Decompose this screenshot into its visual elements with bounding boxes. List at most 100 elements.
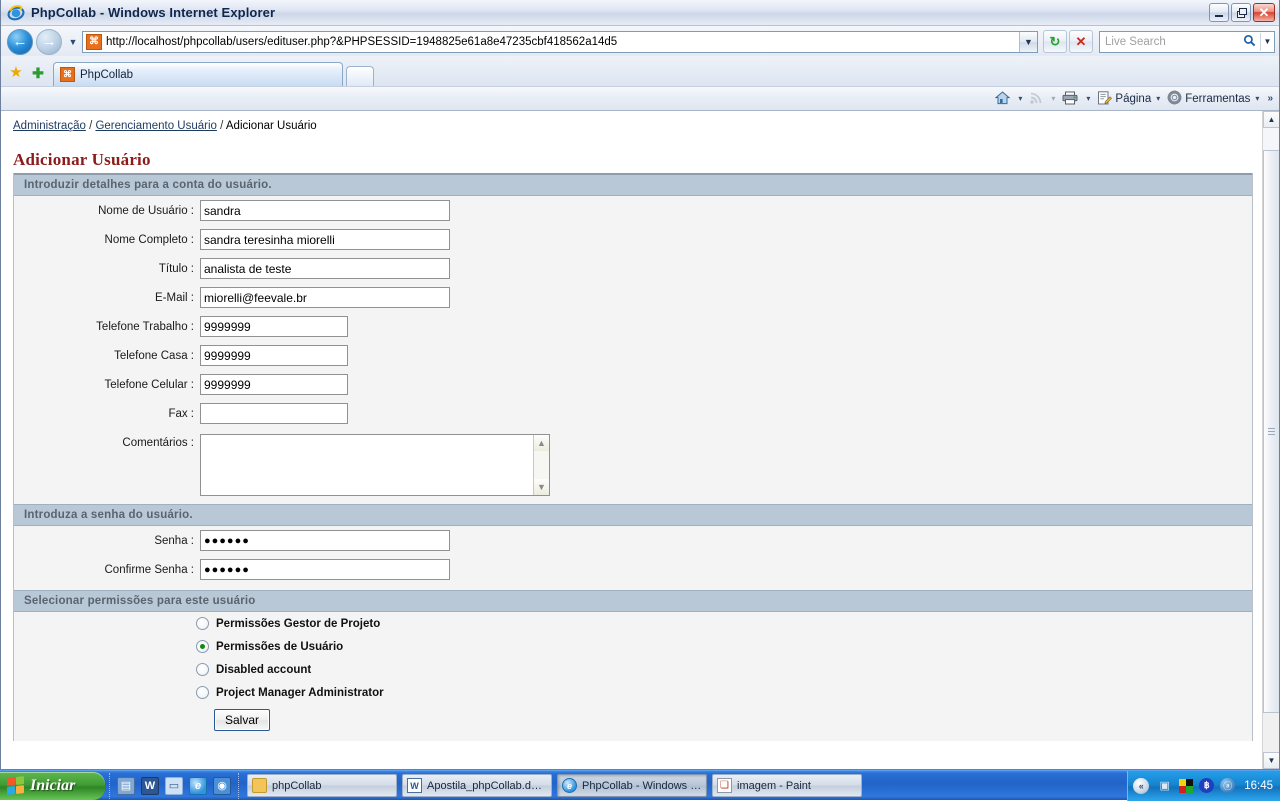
page-scrollbar-vertical[interactable]: ▲ ▼	[1262, 111, 1279, 769]
input-home-phone[interactable]: 9999999	[200, 345, 348, 366]
task-button-apostila-doc[interactable]: W Apostila_phpCollab.d…	[402, 774, 552, 797]
scrollbar-track-upper[interactable]	[1263, 128, 1279, 150]
word-icon[interactable]: W	[141, 776, 159, 795]
scroll-up-icon: ▲	[1267, 115, 1276, 124]
clock[interactable]: 16:45	[1244, 780, 1273, 792]
field-row-work-phone: Telefone Trabalho : 9999999	[14, 312, 1252, 341]
label-password: Senha :	[154, 534, 194, 547]
show-desktop-icon[interactable]: ▤	[117, 776, 135, 795]
breadcrumb-separator-2: /	[216, 120, 226, 132]
home-button[interactable]: ▾	[995, 90, 1022, 107]
chevron-down-icon[interactable]: ▾	[1051, 94, 1055, 103]
input-work-phone[interactable]: 9999999	[200, 316, 348, 337]
radio-disabled-account[interactable]	[196, 663, 209, 676]
radio-label-project-manager-administrator[interactable]: Project Manager Administrator	[216, 687, 384, 699]
tools-gear-icon	[1167, 90, 1182, 107]
tools-menu-button[interactable]: Ferramentas ▾	[1167, 90, 1259, 107]
input-mobile-phone[interactable]: 9999999	[200, 374, 348, 395]
page-menu-button[interactable]: Página ▾	[1097, 90, 1160, 107]
page-viewport: Administração / Gerenciamento Usuário / …	[1, 111, 1279, 769]
radio-label-project-manager-permissions[interactable]: Permissões Gestor de Projeto	[216, 618, 380, 630]
address-bar-row: ← → ▼ ⌘ http://localhost/phpcollab/users…	[1, 26, 1279, 56]
radio-label-user-permissions[interactable]: Permissões de Usuário	[216, 641, 343, 653]
radio-label-disabled-account[interactable]: Disabled account	[216, 664, 311, 676]
radio-user-permissions[interactable]	[196, 640, 209, 653]
minimize-button[interactable]	[1209, 3, 1229, 22]
close-icon: ✕	[1258, 5, 1270, 20]
label-fullname: Nome Completo :	[104, 233, 194, 246]
comments-scrollbar[interactable]: ▲ ▼	[533, 435, 549, 495]
print-button[interactable]: ▾	[1062, 91, 1090, 107]
new-tab-button[interactable]	[346, 66, 374, 86]
input-username[interactable]: sandra	[200, 200, 450, 221]
task-label: Apostila_phpCollab.d…	[427, 779, 542, 792]
save-button[interactable]: Salvar	[214, 709, 271, 731]
internet-explorer-icon: e	[562, 778, 577, 793]
task-button-imagem-paint[interactable]: ❏ imagem - Paint	[712, 774, 862, 797]
input-confirm-password[interactable]: ●●●●●●	[200, 559, 450, 580]
breadcrumb-link-administracao[interactable]: Administração	[13, 120, 86, 132]
tab-phpcollab[interactable]: ⌘ PhpCollab	[53, 62, 343, 86]
restore-button[interactable]	[1231, 3, 1251, 22]
radio-project-manager-permissions[interactable]	[196, 617, 209, 630]
section-header-permissions: Selecionar permissões para este usuário	[14, 590, 1252, 612]
input-fax[interactable]	[200, 403, 348, 424]
task-button-phpcollab[interactable]: phpCollab	[247, 774, 397, 797]
label-home-phone: Telefone Casa :	[114, 349, 194, 362]
forward-button[interactable]: →	[36, 28, 62, 55]
scroll-down-icon[interactable]: ▼	[534, 479, 549, 495]
feeds-button[interactable]: ▾	[1029, 91, 1055, 107]
toolbar-overflow-button[interactable]: »	[1267, 93, 1273, 104]
scroll-up-icon[interactable]: ▲	[534, 435, 549, 451]
address-dropdown-button[interactable]: ▼	[1019, 31, 1037, 52]
command-bar: ▾ ▾ ▾ Página ▾ Ferramentas ▾ »	[1, 86, 1279, 111]
stop-button[interactable]: ✕	[1069, 30, 1093, 53]
radio-project-manager-administrator[interactable]	[196, 686, 209, 699]
display-colors-icon[interactable]	[1178, 778, 1193, 793]
scroll-down-button[interactable]: ▼	[1263, 752, 1279, 769]
page-content: Administração / Gerenciamento Usuário / …	[1, 111, 1262, 769]
tray-expand-button[interactable]: «	[1133, 777, 1150, 794]
scrollbar-thumb[interactable]	[1263, 150, 1279, 713]
tab-bar: ★ ✚ ⌘ PhpCollab	[1, 56, 1279, 86]
favorites-center-icon[interactable]: ★	[5, 65, 27, 86]
bluetooth-icon[interactable]: ฿	[1199, 778, 1215, 793]
feeds-icon	[1029, 91, 1043, 107]
word-doc-icon: W	[407, 778, 422, 793]
radio-row-disabled-account: Disabled account	[14, 658, 1252, 681]
chevron-down-icon[interactable]: ▾	[1156, 94, 1160, 103]
print-icon	[1062, 91, 1078, 107]
comments-text[interactable]	[201, 435, 533, 495]
refresh-button[interactable]: ↻	[1043, 30, 1067, 53]
media-icon[interactable]: ◉	[213, 776, 231, 795]
home-icon	[995, 90, 1011, 107]
input-email[interactable]: miorelli@feevale.br	[200, 287, 450, 308]
internet-explorer-icon[interactable]: e	[189, 776, 207, 795]
chevron-down-icon[interactable]: ▾	[1018, 94, 1022, 103]
task-button-phpcollab-ie[interactable]: e PhpCollab - Windows …	[557, 774, 707, 797]
input-password[interactable]: ●●●●●●	[200, 530, 450, 551]
textarea-comments[interactable]: ▲ ▼	[200, 434, 550, 496]
network-icon[interactable]: ▣	[1157, 778, 1172, 793]
chevron-down-icon[interactable]: ▾	[1255, 94, 1259, 103]
label-title: Título :	[158, 262, 194, 275]
back-button[interactable]: ←	[7, 28, 33, 55]
input-title[interactable]: analista de teste	[200, 258, 450, 279]
search-icon[interactable]	[1238, 34, 1260, 50]
search-input[interactable]: Live Search ▼	[1099, 30, 1275, 53]
antivirus-icon[interactable]: ⓐ	[1220, 778, 1236, 793]
search-dropdown-button[interactable]: ▼	[1260, 32, 1274, 51]
windows-logo-icon	[7, 776, 24, 795]
scroll-up-button[interactable]: ▲	[1263, 111, 1279, 128]
address-input[interactable]: ⌘ http://localhost/phpcollab/users/editu…	[82, 30, 1038, 53]
history-dropdown-button[interactable]: ▼	[66, 37, 80, 47]
field-row-username: Nome de Usuário : sandra	[14, 196, 1252, 225]
start-button[interactable]: Iniciar	[0, 771, 105, 800]
input-fullname[interactable]: sandra teresinha miorelli	[200, 229, 450, 250]
back-arrow-icon: ←	[12, 33, 28, 50]
notepad-icon[interactable]: ▭	[165, 776, 183, 795]
close-button[interactable]: ✕	[1253, 3, 1275, 22]
add-to-favorites-icon[interactable]: ✚	[27, 66, 49, 86]
chevron-down-icon[interactable]: ▾	[1086, 94, 1090, 103]
breadcrumb-link-gerenciamento-usuario[interactable]: Gerenciamento Usuário	[95, 120, 216, 132]
